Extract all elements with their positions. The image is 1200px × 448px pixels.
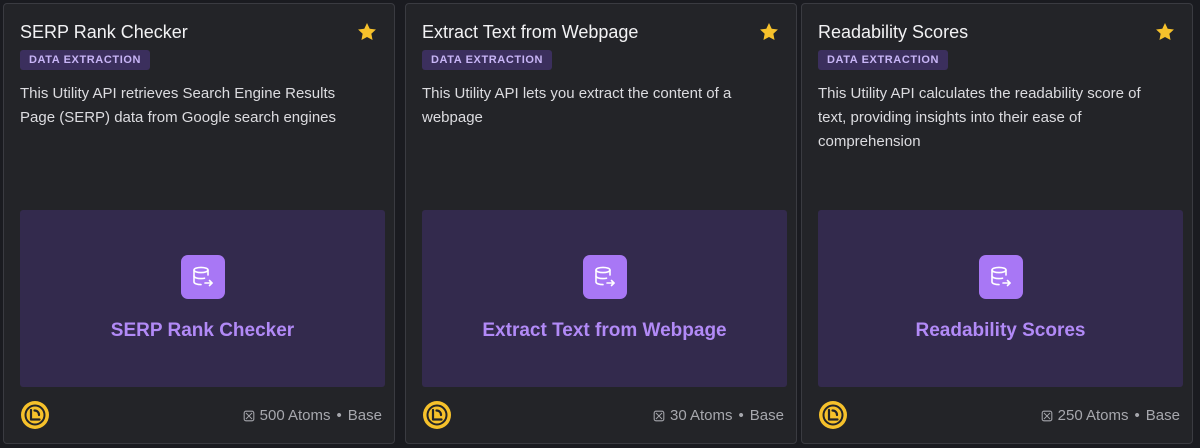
card-preview[interactable]: SERP Rank Checker [20,210,385,387]
atom-icon [1041,410,1052,421]
category-badge: DATA EXTRACTION [818,50,949,70]
tier-label: Base [347,407,382,424]
utility-card[interactable]: Extract Text from Webpage DATA EXTRACTIO… [405,3,797,444]
utility-card-grid: SERP Rank Checker DATA EXTRACTION This U… [0,0,1200,448]
card-description: This Utility API calculates the readabil… [818,85,1141,150]
preview-label: Extract Text from Webpage [482,320,727,341]
atoms-count: 30 Atoms [669,407,733,424]
preview-label: Readability Scores [915,320,1086,341]
logo-icon [21,401,49,429]
card-title: SERP Rank Checker [20,22,188,42]
database-export-icon [180,255,225,299]
meta-separator: • [738,407,744,424]
card-title: Readability Scores [818,22,969,42]
card-meta: 250 Atoms • Base [1040,407,1180,424]
tier-label: Base [749,407,784,424]
card-description: This Utility API lets you extract the co… [422,85,732,126]
atom-icon [243,410,254,421]
card-title: Extract Text from Webpage [422,22,639,42]
meta-separator: • [336,407,342,424]
logo-icon [423,401,451,429]
atom-icon [653,410,665,421]
utility-card[interactable]: Readability Scores DATA EXTRACTION This … [801,3,1193,444]
database-export-icon [978,255,1023,299]
card-meta: 30 Atoms • Base [652,407,784,424]
atoms-count: 250 Atoms [1057,407,1129,424]
meta-separator: • [1134,407,1140,424]
category-badge: DATA EXTRACTION [422,50,553,70]
utility-card[interactable]: SERP Rank Checker DATA EXTRACTION This U… [3,3,395,444]
atoms-count: 500 Atoms [259,407,331,424]
star-icon[interactable] [1154,21,1176,43]
star-icon[interactable] [758,21,780,43]
card-preview[interactable]: Extract Text from Webpage [422,210,787,387]
tier-label: Base [1145,407,1180,424]
card-preview[interactable]: Readability Scores [818,210,1183,387]
category-badge: DATA EXTRACTION [20,50,151,70]
preview-label: SERP Rank Checker [110,320,295,341]
card-description: This Utility API retrieves Search Engine… [20,85,337,126]
card-meta: 500 Atoms • Base [242,407,382,424]
logo-icon [819,401,847,429]
database-export-icon [582,255,627,299]
star-icon[interactable] [356,21,378,43]
